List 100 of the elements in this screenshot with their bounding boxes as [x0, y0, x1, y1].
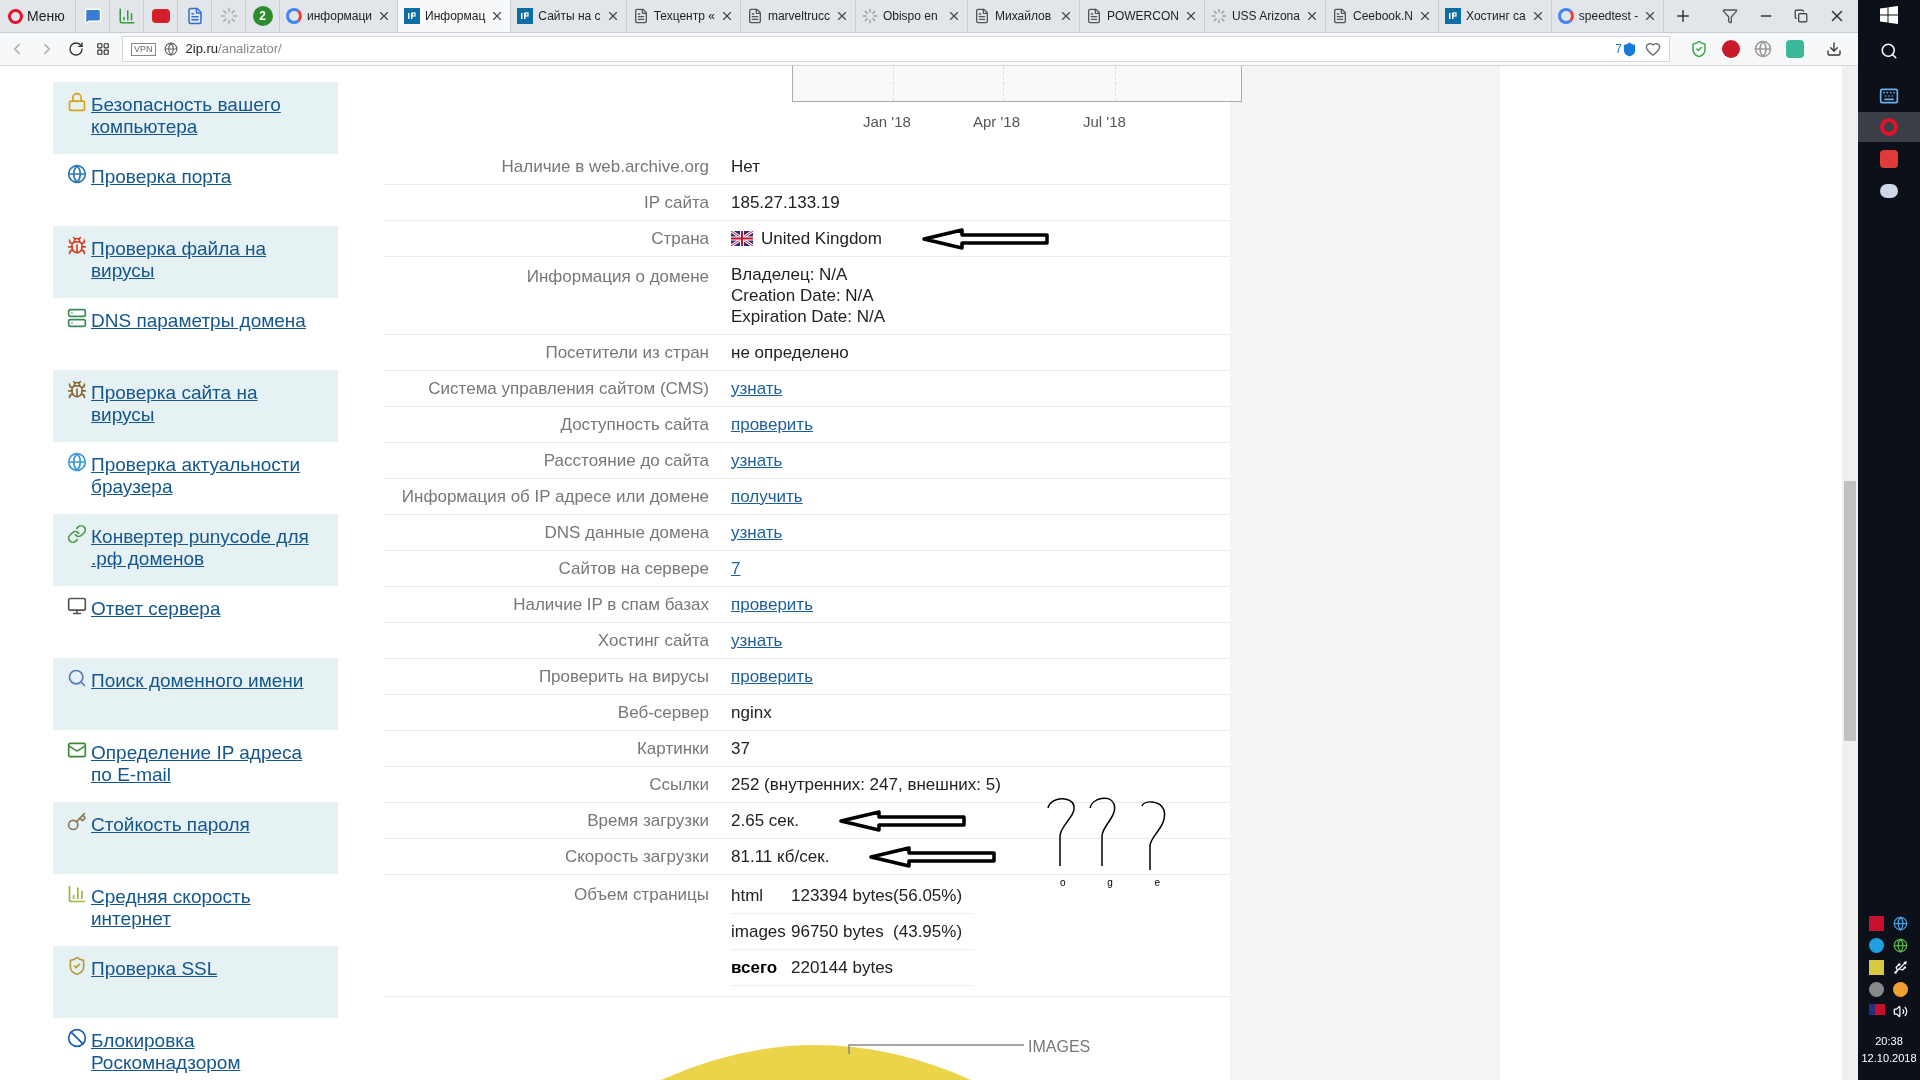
sidebar-link[interactable]: Проверка сайта на вирусы — [91, 382, 324, 426]
value-link[interactable]: узнать — [731, 447, 783, 474]
bar-chart-icon[interactable] — [117, 7, 136, 25]
usb-drive-icon[interactable] — [1893, 960, 1908, 975]
reload-icon[interactable] — [68, 41, 84, 57]
clock-date[interactable]: 12.10.2018 — [1861, 1049, 1917, 1066]
restore-icon[interactable] — [1794, 9, 1808, 23]
app-tray-icon[interactable] — [1893, 982, 1908, 997]
row-label: Ссылки — [648, 773, 710, 796]
menu-button[interactable]: Меню — [0, 0, 76, 32]
browser-tab[interactable]: Информац — [398, 0, 512, 32]
sidebar-link[interactable]: Проверка актуальности браузера — [91, 454, 324, 498]
scribble-letter: g — [1107, 878, 1113, 888]
bookmark-heart-icon[interactable] — [1645, 41, 1661, 57]
axis-label: Jul '18 — [1083, 112, 1126, 132]
sidebar-link[interactable]: Проверка порта — [91, 166, 232, 188]
row-label: Проверить на вирусы — [537, 665, 710, 688]
row-label: Страна — [650, 227, 710, 250]
mail-icon — [67, 740, 87, 760]
sidebar-link[interactable]: Ответ сервера — [91, 598, 221, 620]
size-name: html — [731, 884, 765, 907]
page-icon — [632, 8, 649, 24]
value-link[interactable]: проверить — [731, 411, 813, 438]
sidebar-link[interactable]: Стойкость пароля — [91, 814, 250, 836]
volume-icon[interactable] — [1893, 1004, 1908, 1019]
value-text: не определено — [731, 341, 849, 364]
count-badge[interactable]: 2 — [252, 6, 273, 26]
scrollbar[interactable] — [1842, 66, 1858, 1080]
value-link[interactable]: проверить — [731, 663, 813, 690]
sidebar-link[interactable]: Проверка файла на вирусы — [91, 238, 324, 282]
pie-label: IMAGES — [1028, 1037, 1091, 1057]
value-link[interactable]: узнать — [731, 519, 783, 546]
sidebar-link[interactable]: Блокировка Роскомнадзором — [91, 1030, 324, 1074]
shield-check-icon[interactable] — [1690, 40, 1708, 58]
value-text: United Kingdom — [761, 227, 882, 250]
tab-menu-icon[interactable] — [1722, 8, 1738, 24]
sidebar-link[interactable]: Безопасность вашего компьютера — [91, 94, 324, 138]
value-link[interactable]: узнать — [731, 375, 783, 402]
value-text: 2.65 сек. — [731, 809, 799, 832]
value-link[interactable]: получить — [731, 483, 803, 510]
tracker-count: 7 — [1615, 41, 1622, 58]
browser-tab[interactable]: Хостинг са — [1439, 0, 1552, 32]
vpn-badge[interactable]: VPN — [131, 42, 156, 56]
value-text: Creation Date: N/A — [731, 285, 875, 306]
keyboard-icon[interactable] — [1879, 86, 1899, 106]
row-label: Веб-сервер — [616, 701, 710, 724]
lock-icon — [67, 92, 87, 112]
value-link[interactable]: 7 — [731, 555, 741, 582]
bug-icon — [67, 380, 87, 400]
globe-icon[interactable] — [1893, 938, 1908, 953]
page-icon — [973, 8, 990, 24]
search-icon[interactable] — [1880, 42, 1898, 60]
sidebar-link[interactable]: DNS параметры домена — [91, 310, 306, 332]
row-label: DNS данные домена — [543, 521, 710, 544]
sidebar-link[interactable]: Средняя скорость интернет — [91, 886, 324, 930]
browser-tab[interactable]: Техцентр « — [626, 0, 741, 32]
row-label: Расстояние до сайта — [542, 449, 710, 472]
speed-dial-icon[interactable] — [96, 42, 110, 56]
browser-tab[interactable]: USS Arizona — [1204, 0, 1326, 32]
close-icon[interactable] — [1305, 9, 1319, 23]
clock-time[interactable]: 20:38 — [1875, 1033, 1903, 1050]
browser-tab[interactable]: marveltrucс — [740, 0, 856, 32]
loading-icon — [861, 8, 878, 24]
browser-tab[interactable]: Obispo en — [855, 0, 968, 32]
row-label: Информация об IP адресе или домене — [400, 485, 710, 508]
sidebar-link[interactable]: Конвертер punycode для .рф доменов — [91, 526, 324, 570]
sidebar-link[interactable]: Поиск доменного имени — [91, 670, 304, 692]
browser-tab[interactable]: speedtest - — [1551, 0, 1665, 32]
browser-tab[interactable]: Ceebook.N — [1326, 0, 1440, 32]
scribble-letter: o — [1060, 878, 1066, 888]
row-label: Посетители из стран — [544, 341, 710, 364]
tab-title: информаци — [307, 8, 373, 25]
page-icon — [1332, 8, 1348, 24]
windows-logo-icon[interactable] — [1880, 6, 1898, 24]
tab-title: marveltrucс — [767, 8, 830, 25]
browser-tab[interactable]: Михайлов — [967, 0, 1080, 32]
globe-icon[interactable] — [1893, 916, 1908, 931]
axis-label: Jan '18 — [863, 112, 911, 132]
browser-tab[interactable]: Сайты на с — [511, 0, 627, 32]
address-field[interactable]: VPN 2ip.ru/analizator/ 7 — [122, 36, 1670, 62]
globe-icon — [67, 164, 87, 184]
tab-title: Хостинг са — [1466, 8, 1526, 25]
shield-icon[interactable] — [1622, 41, 1637, 57]
row-label: Время загрузки — [586, 809, 710, 832]
value-link[interactable]: проверить — [731, 591, 813, 618]
link-icon — [67, 524, 87, 544]
scrollbar-thumb[interactable] — [1844, 481, 1856, 741]
row-label: Скорость загрузки — [563, 845, 710, 868]
shield-check-icon — [67, 956, 87, 976]
value-link[interactable]: узнать — [731, 627, 783, 654]
download-icon[interactable] — [1826, 41, 1842, 57]
chat-icon[interactable] — [83, 7, 102, 25]
sidebar-link[interactable]: Определение IP адреса по E-mail — [91, 742, 324, 786]
axis-label: Apr '18 — [973, 112, 1021, 132]
row-label: Наличие в web.archive.org — [500, 155, 710, 178]
value-text: Владелец: N/A — [731, 264, 849, 285]
browser-tab[interactable]: POWERCON — [1079, 0, 1205, 32]
sidebar-link[interactable]: Проверка SSL — [91, 958, 218, 980]
tab-title: Obispo en — [882, 8, 939, 25]
document-icon[interactable] — [185, 7, 204, 25]
